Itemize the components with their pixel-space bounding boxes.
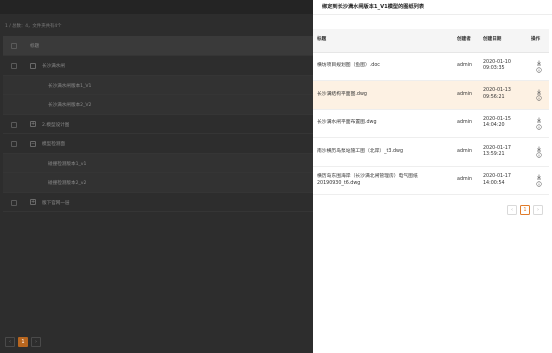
- next-page-button[interactable]: ›: [31, 337, 41, 347]
- drawing-date: 2020-01-17 13:59:21: [480, 137, 528, 167]
- folder-row[interactable]: 碰撞检测版本2_v2: [3, 173, 313, 193]
- folder-row[interactable]: + 版下官网一层: [3, 193, 313, 212]
- download-icon[interactable]: [536, 174, 542, 180]
- drawing-name: 长沙满结构平面图.dwg: [313, 80, 454, 110]
- prev-page-button[interactable]: ‹: [507, 205, 517, 215]
- folder-row[interactable]: − 模型检测面: [3, 134, 313, 154]
- folder-table-header: 标题: [3, 36, 313, 56]
- download-icon[interactable]: [536, 146, 542, 152]
- drawing-row[interactable]: 长沙满水闸平面布置图.dwg admin 2020-01-15 14:04:20: [313, 109, 549, 139]
- drawing-creator: admin: [454, 52, 480, 82]
- row-checkbox[interactable]: [11, 141, 17, 147]
- folder-row[interactable]: +2.模型设计图: [3, 115, 313, 134]
- header-op: 操作: [528, 29, 549, 53]
- info-icon[interactable]: [535, 152, 542, 158]
- folder-label: 碰撞检测版本1_v1: [48, 161, 87, 167]
- folder-table: 标题 长沙满水闸长沙满水闸版本1_V1 长沙满水闸版本2_V2 +2.模型设计图 − 模…: [3, 36, 313, 212]
- row-actions: [528, 52, 549, 82]
- drawing-date: 2020-01-17 14:00:54: [480, 166, 528, 196]
- current-page-button[interactable]: 1: [18, 337, 28, 347]
- row-actions: [528, 80, 549, 110]
- header-creator: 创建者: [454, 29, 480, 53]
- folder-label: 长沙满水闸: [42, 64, 65, 69]
- drawing-name: 横历岛东围海岸（长沙满北闸管理房）电气图纸20190930_t6.dwg: [313, 166, 454, 196]
- prev-page-button[interactable]: ‹: [5, 337, 15, 347]
- drawing-list-drawer: 绑定到长沙满水闸版本1_V1模型的图纸列表 标题 创建者 创建日期 操作 横坊项…: [313, 0, 552, 353]
- expand-toggle-icon[interactable]: +: [30, 199, 36, 205]
- folder-label: 模型检测面: [42, 142, 65, 147]
- folder-label: 长沙满水闸版本1_V1: [48, 83, 92, 89]
- drawing-creator: admin: [454, 166, 480, 196]
- row-actions: [528, 137, 549, 167]
- row-checkbox[interactable]: [11, 63, 17, 69]
- drawing-row[interactable]: 横坊项目规划图（鱼图）.doc admin 2020-01-10 09:03:35: [313, 52, 549, 82]
- expand-toggle-icon[interactable]: −: [30, 140, 36, 147]
- folder-label: 2.模型设计图: [42, 122, 70, 128]
- drawer-pagination: ‹ 1 ›: [507, 205, 543, 215]
- drawing-name: 南沙横历岛泵站施工图（北岸）_t3.dwg: [313, 137, 454, 167]
- select-all-checkbox[interactable]: [11, 43, 17, 49]
- folder-label: 长沙满水闸版本2_V2: [48, 103, 92, 108]
- download-icon[interactable]: [536, 89, 542, 95]
- drawing-creator: admin: [454, 137, 480, 167]
- current-page-button[interactable]: 1: [520, 205, 530, 215]
- drawing-table-header: 标题 创建者 创建日期 操作: [313, 29, 549, 53]
- info-icon[interactable]: [535, 66, 542, 73]
- drawing-name: 横坊项目规划图（鱼图）.doc: [313, 52, 454, 82]
- top-bar: [0, 0, 313, 14]
- download-icon[interactable]: [536, 60, 542, 66]
- drawing-row[interactable]: 长沙满结构平面图.dwg admin 2020-01-13 09:56:21: [313, 80, 549, 110]
- folder-label: 版下官网一层: [42, 200, 70, 206]
- folder-row[interactable]: 长沙满水闸: [3, 56, 313, 76]
- drawing-row[interactable]: 南沙横历岛泵站施工图（北岸）_t3.dwg admin 2020-01-17 13:…: [313, 137, 549, 167]
- header-title: 标题: [313, 29, 454, 53]
- drawing-date: 2020-01-15 14:04:20: [480, 109, 528, 139]
- download-icon[interactable]: [536, 117, 542, 123]
- expand-toggle-icon[interactable]: [30, 62, 36, 69]
- row-actions: [528, 166, 549, 196]
- drawing-date: 2020-01-10 09:03:35: [480, 52, 528, 82]
- background-page: 1 / 总数：4，文件夹共有4个 标题 长沙满水闸长沙满水闸版本1_V1 长沙满水…: [0, 0, 313, 353]
- drawing-date: 2020-01-13 09:56:21: [480, 80, 528, 110]
- breadcrumb: 1 / 总数：4，文件夹共有4个: [5, 24, 62, 29]
- row-actions: [528, 109, 549, 139]
- drawing-name: 长沙满水闸平面布置图.dwg: [313, 109, 454, 139]
- drawer-divider: [313, 14, 552, 15]
- info-icon[interactable]: [535, 95, 542, 101]
- drawing-creator: admin: [454, 109, 480, 139]
- drawing-row[interactable]: 横历岛东围海岸（长沙满北闸管理房）电气图纸20190930_t6.dwg admi…: [313, 166, 549, 196]
- drawing-creator: admin: [454, 80, 480, 110]
- drawing-table: 标题 创建者 创建日期 操作 横坊项目规划图（鱼图）.doc admin 2020-…: [313, 29, 549, 196]
- info-icon[interactable]: [535, 124, 542, 130]
- title-column-header: 标题: [30, 44, 40, 49]
- header-date: 创建日期: [480, 29, 528, 53]
- folder-row[interactable]: 长沙满水闸版本1_V1: [3, 75, 313, 95]
- folder-row[interactable]: 碰撞检测版本1_v1: [3, 153, 313, 173]
- folder-label: 碰撞检测版本2_v2: [48, 181, 87, 186]
- left-pagination: ‹ 1 ›: [5, 337, 41, 347]
- folder-row[interactable]: 长沙满水闸版本2_V2: [3, 95, 313, 115]
- next-page-button[interactable]: ›: [533, 205, 543, 215]
- drawer-title: 绑定到长沙满水闸版本1_V1模型的图纸列表: [322, 4, 425, 10]
- row-checkbox[interactable]: [11, 199, 17, 206]
- expand-toggle-icon[interactable]: +: [30, 121, 36, 127]
- row-checkbox[interactable]: [11, 121, 17, 128]
- info-icon[interactable]: [535, 181, 542, 187]
